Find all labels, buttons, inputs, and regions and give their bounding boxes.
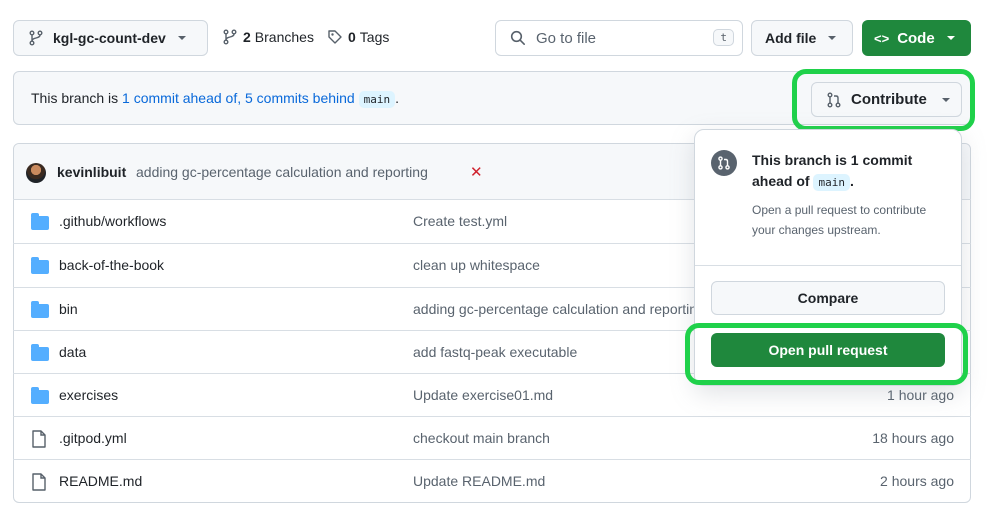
compare-suffix: . bbox=[395, 90, 399, 106]
commit-age: 2 hours ago bbox=[880, 473, 954, 489]
code-button[interactable]: <> Code bbox=[862, 20, 971, 56]
compare-button[interactable]: Compare bbox=[711, 281, 945, 315]
commit-age: 18 hours ago bbox=[872, 430, 954, 446]
tag-icon bbox=[328, 30, 342, 44]
popover-pull-request-icon bbox=[711, 150, 737, 176]
file-name[interactable]: exercises bbox=[59, 387, 118, 403]
behind-link[interactable]: 5 commits behind bbox=[245, 90, 355, 106]
check-failed-icon[interactable]: ✕ bbox=[470, 163, 483, 181]
base-branch-pill[interactable]: main bbox=[358, 91, 396, 108]
commit-author[interactable]: kevinlibuit bbox=[57, 164, 126, 180]
popover-title-line1: This branch is 1 commit bbox=[752, 152, 913, 168]
code-label: Code bbox=[897, 29, 935, 47]
commit-message-link[interactable]: Create test.yml bbox=[413, 213, 507, 229]
tags-count: 0 bbox=[348, 29, 356, 45]
commit-message[interactable]: adding gc-percentage calculation and rep… bbox=[136, 164, 428, 180]
file-name[interactable]: bin bbox=[59, 301, 78, 317]
file-name[interactable]: README.md bbox=[59, 473, 142, 489]
chevron-down-icon bbox=[946, 36, 955, 40]
branches-label: Branches bbox=[254, 29, 314, 45]
popover-base-branch-pill: main bbox=[813, 174, 850, 191]
commit-message-link[interactable]: Update exercise01.md bbox=[413, 387, 553, 403]
file-name[interactable]: data bbox=[59, 344, 86, 360]
file-name[interactable]: back-of-the-book bbox=[59, 257, 164, 273]
file-name[interactable]: .github/workflows bbox=[59, 213, 166, 229]
add-file-label: Add file bbox=[765, 30, 817, 46]
search-icon bbox=[510, 30, 525, 45]
open-pull-request-highlight bbox=[685, 323, 968, 385]
commit-message-link[interactable]: adding gc-percentage calculation and rep… bbox=[413, 301, 705, 317]
branch-name: kgl-gc-count-dev bbox=[53, 30, 166, 46]
folder-icon bbox=[31, 301, 49, 318]
file-icon bbox=[32, 430, 46, 448]
tags-link[interactable]: 0 Tags bbox=[327, 29, 389, 45]
ahead-link[interactable]: 1 commit ahead of, bbox=[122, 90, 241, 106]
table-row[interactable]: README.md Update README.md 2 hours ago bbox=[13, 459, 971, 502]
code-brackets-icon: <> bbox=[874, 30, 890, 46]
add-file-button[interactable]: Add file bbox=[751, 20, 853, 56]
commit-message-link[interactable]: checkout main branch bbox=[413, 430, 550, 446]
commit-age: 1 hour ago bbox=[887, 387, 954, 403]
search-placeholder: Go to file bbox=[536, 29, 597, 47]
popover-title-line2: ahead of bbox=[752, 173, 810, 189]
commit-message-link[interactable]: add fastq-peak executable bbox=[413, 344, 577, 360]
compare-label: Compare bbox=[797, 290, 859, 306]
tags-label: Tags bbox=[359, 29, 390, 45]
file-name[interactable]: .gitpod.yml bbox=[59, 430, 127, 446]
branches-link[interactable]: 2 Branches bbox=[222, 29, 314, 45]
folder-icon bbox=[31, 387, 49, 404]
popover-title: This branch is 1 commit ahead of main. bbox=[752, 150, 952, 193]
folder-icon bbox=[31, 257, 49, 274]
chevron-down-icon bbox=[177, 36, 186, 40]
go-to-file-search[interactable]: Go to file t bbox=[495, 20, 743, 56]
compare-text: This branch is 1 commit ahead of, 5 comm… bbox=[31, 90, 399, 108]
chevron-down-icon bbox=[828, 36, 837, 40]
popover-description: Open a pull request to contribute your c… bbox=[752, 203, 927, 237]
file-icon bbox=[32, 473, 46, 491]
folder-icon bbox=[31, 213, 49, 230]
folder-icon bbox=[31, 344, 49, 361]
branch-selector-button[interactable]: kgl-gc-count-dev bbox=[13, 20, 208, 56]
table-row[interactable]: .gitpod.yml checkout main branch 18 hours … bbox=[13, 416, 971, 459]
git-branch-icon bbox=[29, 30, 43, 46]
compare-prefix: This branch is bbox=[31, 90, 123, 106]
branches-count: 2 bbox=[243, 29, 251, 45]
contribute-highlight bbox=[792, 69, 975, 131]
popover-divider bbox=[695, 265, 961, 266]
popover-title-period: . bbox=[849, 173, 854, 189]
commit-message-link[interactable]: clean up whitespace bbox=[413, 257, 540, 273]
avatar[interactable] bbox=[26, 163, 46, 183]
git-branch-icon bbox=[223, 29, 237, 45]
shortcut-key-badge: t bbox=[713, 29, 734, 46]
commit-message-link[interactable]: Update README.md bbox=[413, 473, 545, 489]
